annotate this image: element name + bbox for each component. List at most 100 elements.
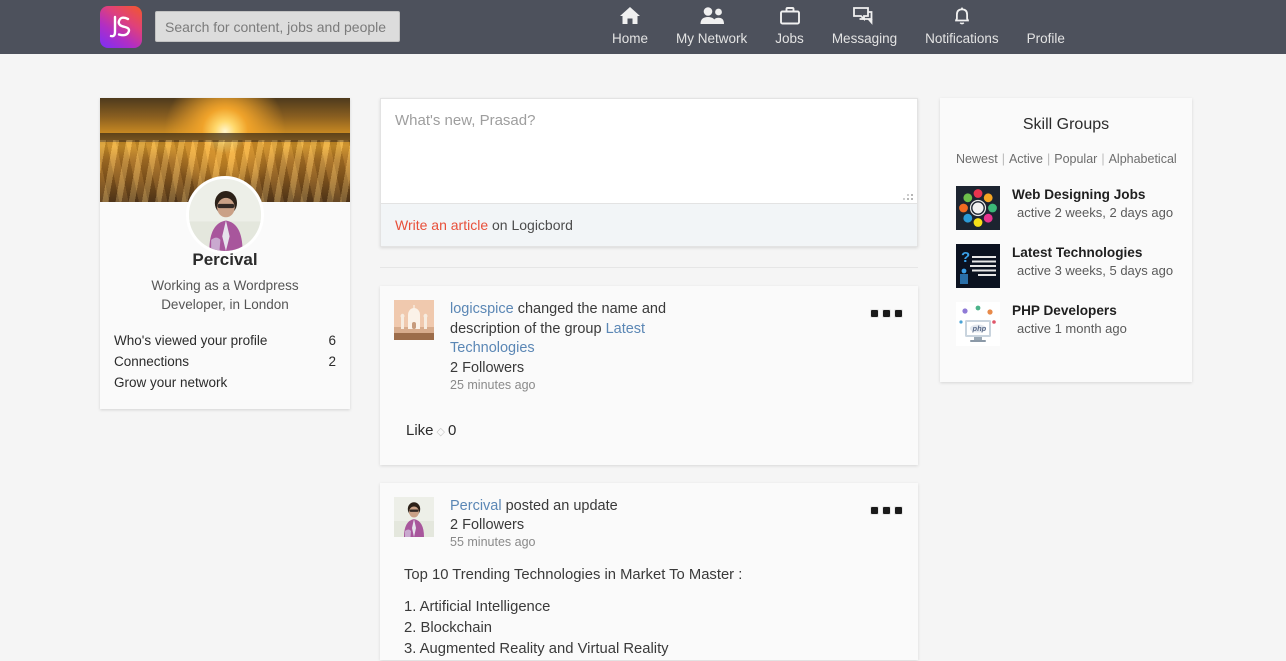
post-author-link[interactable]: Percival xyxy=(450,498,502,514)
stat-row-profile-views[interactable]: Who's viewed your profile 6 xyxy=(102,330,348,351)
profile-tagline: Working as a Wordpress Developer, in Lon… xyxy=(151,278,299,312)
logicspice-logo[interactable] xyxy=(100,6,142,48)
top-navigation-bar: Home My Network Jobs xyxy=(0,0,1286,54)
group-active-time: active 2 weeks, 2 days ago xyxy=(1017,205,1174,220)
group-active-time: active 3 weeks, 5 days ago xyxy=(1017,263,1174,278)
nav-label-my-network: My Network xyxy=(676,31,748,46)
php-monitor-thumbnail: php xyxy=(956,302,1000,346)
briefcase-icon xyxy=(778,3,802,28)
post-header: Percival posted an update 2 Followers 55… xyxy=(394,496,904,550)
main-nav: Home My Network Jobs Messaging Notificat… xyxy=(598,3,1079,46)
group-item-web-designing-jobs[interactable]: Web Designing Jobs active 2 weeks, 2 day… xyxy=(956,186,1176,230)
skill-groups-card: Skill Groups Newest | Active | Popular | Alpha… xyxy=(940,98,1192,382)
post-header: logicspice changed the name and descript… xyxy=(394,300,904,392)
like-button[interactable]: Like xyxy=(406,422,434,439)
filter-alphabetical[interactable]: Alphabetical xyxy=(1109,152,1177,166)
page-body: Percival Working as a Wordpress Develope… xyxy=(0,54,1286,661)
like-separator-icon: ◇ xyxy=(436,425,445,438)
svg-text:?: ? xyxy=(961,249,970,266)
nav-label-messaging: Messaging xyxy=(831,31,898,46)
filter-separator: | xyxy=(1046,152,1051,166)
write-article-link[interactable]: Write an article xyxy=(395,217,488,233)
stat-label: Connections xyxy=(114,354,190,370)
nav-label-jobs: Jobs xyxy=(775,31,804,46)
composer-textarea[interactable] xyxy=(380,98,918,204)
post-actions: Like ◇ 0 xyxy=(394,392,904,465)
post-meta: logicspice changed the name and descript… xyxy=(450,300,904,392)
nav-label-profile: Profile xyxy=(1026,31,1065,46)
search-input[interactable] xyxy=(155,11,400,42)
post-timestamp: 55 minutes ago xyxy=(450,535,536,550)
menu-dot xyxy=(895,506,902,514)
nav-label-notifications: Notifications xyxy=(925,31,999,46)
nav-item-notifications[interactable]: Notifications xyxy=(911,3,1013,46)
group-item-php-developers[interactable]: php PHP Developers active 1 month ago xyxy=(956,302,1176,346)
nav-item-profile[interactable]: Profile xyxy=(1013,3,1079,46)
trending-tech-thumbnail: ? xyxy=(956,244,1000,288)
post-action-text: posted an update xyxy=(501,497,618,514)
stat-label: Grow your network xyxy=(114,375,228,391)
stat-row-connections[interactable]: Connections 2 xyxy=(102,351,348,372)
stat-value: 6 xyxy=(328,333,336,349)
post-timestamp: 25 minutes ago xyxy=(450,377,536,392)
post-card-percival: Percival posted an update 2 Followers 55… xyxy=(380,482,918,661)
menu-dot xyxy=(883,310,890,317)
group-name[interactable]: Latest Technologies xyxy=(1012,245,1173,260)
menu-dot xyxy=(895,310,902,317)
stat-value: 2 xyxy=(328,354,336,370)
percival-thumbnail[interactable] xyxy=(394,496,434,537)
menu-dot xyxy=(871,310,878,317)
post-author-link[interactable]: logicspice xyxy=(450,301,514,317)
group-item-latest-technologies[interactable]: ? Latest Technologies active 3 weeks, 5 … xyxy=(956,244,1176,288)
nav-item-jobs[interactable]: Jobs xyxy=(761,3,818,46)
color-wheel-thumbnail xyxy=(956,186,1000,230)
post-card-logicspice: logicspice changed the name and descript… xyxy=(380,286,918,465)
feed-divider xyxy=(380,267,918,268)
write-article-suffix: on Logicbord xyxy=(492,217,573,233)
profile-stats: Who's viewed your profile 6 Connections … xyxy=(100,330,350,409)
home-icon xyxy=(618,3,642,28)
skill-groups-filters: Newest | Active | Popular | Alphabetical xyxy=(956,152,1177,166)
bell-icon xyxy=(951,3,973,28)
post-activity-line: logicspice changed the name and descript… xyxy=(450,300,700,359)
nav-item-my-network[interactable]: My Network xyxy=(662,3,761,46)
skill-groups-title: Skill Groups xyxy=(1022,116,1110,133)
people-icon xyxy=(698,3,726,28)
nav-item-messaging[interactable]: Messaging xyxy=(818,3,911,46)
filter-separator: | xyxy=(1001,152,1005,166)
group-text: PHP Developers active 1 month ago xyxy=(1012,302,1127,336)
feed-column: Write an article on Logicbord xyxy=(380,98,918,661)
stat-row-grow-network[interactable]: Grow your network xyxy=(102,372,348,393)
group-name[interactable]: PHP Developers xyxy=(1012,303,1127,318)
taj-mahal-thumbnail[interactable] xyxy=(394,300,434,340)
svg-text:php: php xyxy=(972,324,987,333)
avatar-image xyxy=(189,179,261,251)
list-item: 3. Augmented Reality and Virtual Reality xyxy=(404,641,669,658)
avatar[interactable] xyxy=(186,176,264,254)
group-text: Latest Technologies active 3 weeks, 5 da… xyxy=(1012,244,1173,278)
menu-dot xyxy=(871,506,878,514)
stat-label: Who's viewed your profile xyxy=(114,333,268,349)
group-active-time: active 1 month ago xyxy=(1017,321,1127,336)
filter-popular[interactable]: Popular xyxy=(1054,152,1097,166)
cover-horizon xyxy=(100,133,350,143)
post-followers: 2 Followers xyxy=(450,517,525,534)
group-text: Web Designing Jobs active 2 weeks, 2 day… xyxy=(1012,186,1173,220)
list-item: 2. Blockchain xyxy=(404,620,493,637)
group-name[interactable]: Web Designing Jobs xyxy=(1012,187,1173,202)
filter-newest[interactable]: Newest xyxy=(956,152,998,166)
post-activity-line: Percival posted an update xyxy=(450,497,700,517)
post-composer: Write an article on Logicbord xyxy=(380,98,918,247)
write-article-bar: Write an article on Logicbord xyxy=(380,204,918,247)
list-item: 1. Artificial Intelligence xyxy=(404,599,551,616)
filter-separator: | xyxy=(1101,152,1105,166)
profile-card: Percival Working as a Wordpress Develope… xyxy=(100,98,350,410)
post-options-menu[interactable] xyxy=(871,506,902,514)
post-options-menu[interactable] xyxy=(871,310,902,317)
post-body: Top 10 Trending Technologies in Market T… xyxy=(394,549,904,660)
nav-item-home[interactable]: Home xyxy=(598,3,662,46)
post-followers: 2 Followers xyxy=(450,359,525,376)
filter-active[interactable]: Active xyxy=(1009,152,1043,166)
menu-dot xyxy=(883,506,890,514)
post-body-list: 1. Artificial Intelligence 2. Blockchain… xyxy=(404,597,904,660)
